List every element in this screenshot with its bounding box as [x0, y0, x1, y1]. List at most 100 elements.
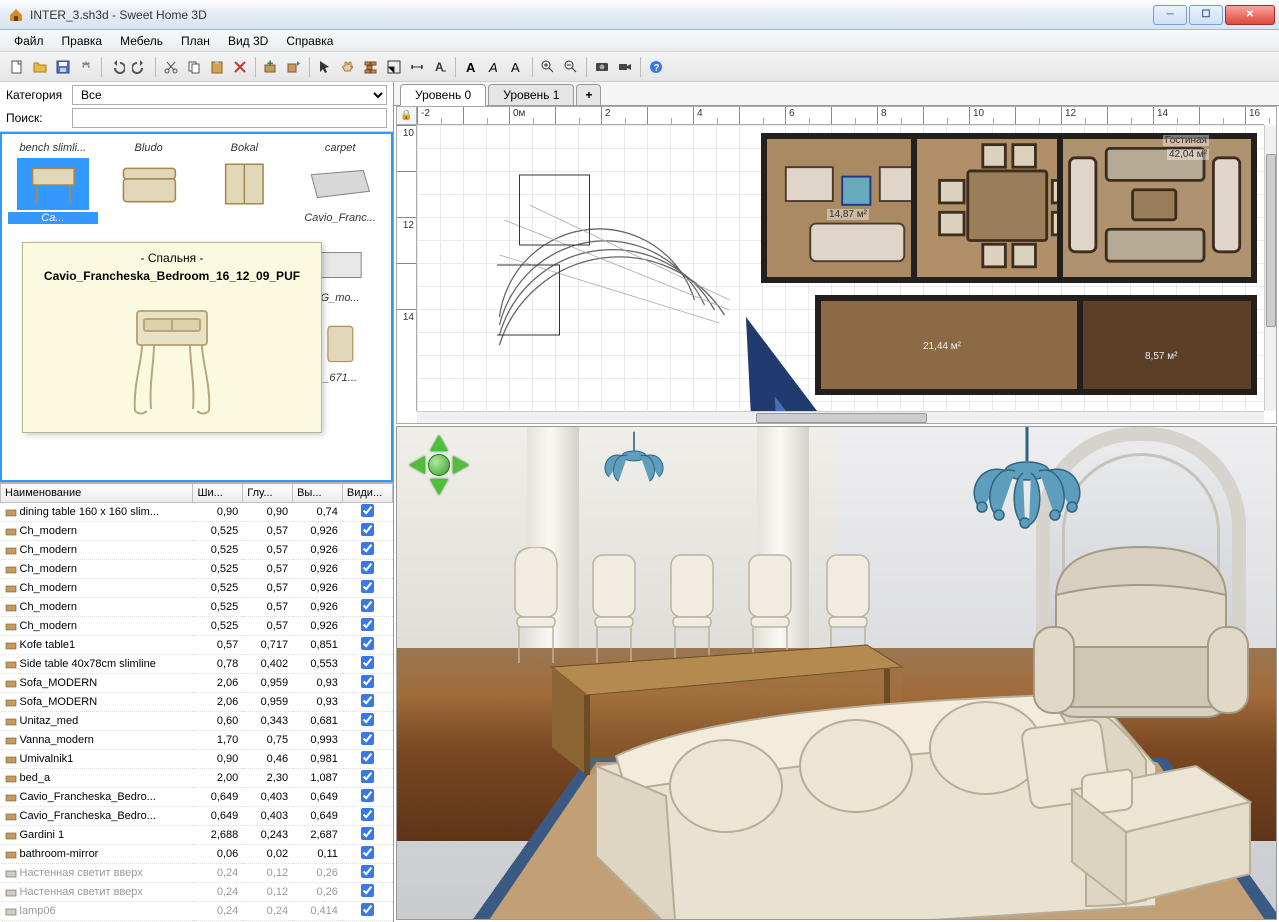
text-tool-icon[interactable]: A [429, 56, 451, 78]
col-name[interactable]: Наименование [1, 484, 193, 503]
table-row[interactable]: Настенная светит вверх 0,240,120,26 [1, 883, 393, 902]
catalog-item[interactable]: Bokal [198, 138, 292, 228]
category-select[interactable]: Все [72, 85, 387, 105]
delete-icon[interactable] [229, 56, 251, 78]
compass-center-button[interactable] [428, 454, 450, 476]
dimension-tool-icon[interactable] [406, 56, 428, 78]
compass-right-button[interactable] [451, 455, 471, 475]
zoomout-icon[interactable] [560, 56, 582, 78]
zoomin-icon[interactable] [537, 56, 559, 78]
table-row[interactable]: Ch_modern 0,5250,570,926 [1, 522, 393, 541]
table-row[interactable]: bed_a 2,002,301,087 [1, 769, 393, 788]
table-row[interactable]: Ch_modern 0,5250,570,926 [1, 617, 393, 636]
table-row[interactable]: Sofa_MODERN 2,060,9590,93 [1, 674, 393, 693]
visible-checkbox[interactable] [361, 789, 374, 802]
visible-checkbox[interactable] [361, 504, 374, 517]
table-row[interactable]: Ch_modern 0,5250,570,926 [1, 560, 393, 579]
table-row[interactable]: Cavio_Francheska_Bedro... 0,6490,4030,64… [1, 788, 393, 807]
undo-icon[interactable] [106, 56, 128, 78]
font-tool-icon[interactable]: A [506, 56, 528, 78]
plan-hscroll[interactable] [417, 411, 1264, 423]
menu-furniture[interactable]: Мебель [112, 32, 171, 50]
visible-checkbox[interactable] [361, 865, 374, 878]
compass-left-button[interactable] [407, 455, 427, 475]
help-icon[interactable]: ? [645, 56, 667, 78]
visible-checkbox[interactable] [361, 675, 374, 688]
wall-tool-icon[interactable] [360, 56, 382, 78]
visible-checkbox[interactable] [361, 808, 374, 821]
table-row[interactable]: bathroom-mirror 0,060,020,11 [1, 845, 393, 864]
tab-level-0[interactable]: Уровень 0 [400, 84, 486, 106]
plan-view[interactable]: 🔒 -20м246810121416 101214 [396, 106, 1277, 424]
maximize-button[interactable]: ☐ [1189, 5, 1223, 25]
prefs-icon[interactable] [75, 56, 97, 78]
catalog-item[interactable]: carpet Cavio_Franc... [293, 138, 387, 228]
table-row[interactable]: Cavio_Francheska_Bedro... 0,6490,4030,64… [1, 807, 393, 826]
table-row[interactable]: Настенная светит вверх 0,240,120,26 [1, 864, 393, 883]
compass-down-button[interactable] [429, 477, 449, 497]
new-icon[interactable] [6, 56, 28, 78]
room-tool-icon[interactable] [383, 56, 405, 78]
select-tool-icon[interactable] [314, 56, 336, 78]
menu-3dview[interactable]: Вид 3D [220, 32, 276, 50]
table-row[interactable]: Ch_modern 0,5250,570,926 [1, 598, 393, 617]
import-icon[interactable] [283, 56, 305, 78]
close-button[interactable]: ✕ [1225, 5, 1275, 25]
visible-checkbox[interactable] [361, 542, 374, 555]
table-row[interactable]: Umivalnik1 0,900,460,981 [1, 750, 393, 769]
visible-checkbox[interactable] [361, 732, 374, 745]
table-row[interactable]: Gardini 1 2,6880,2432,687 [1, 826, 393, 845]
cut-icon[interactable] [160, 56, 182, 78]
visible-checkbox[interactable] [361, 713, 374, 726]
compass-up-button[interactable] [429, 433, 449, 453]
table-row[interactable]: Unitaz_med 0,600,3430,681 [1, 712, 393, 731]
table-row[interactable]: Ch_modern 0,5250,570,926 [1, 541, 393, 560]
visible-checkbox[interactable] [361, 561, 374, 574]
lock-icon[interactable]: 🔒 [400, 110, 412, 121]
col-visible[interactable]: Види... [342, 484, 392, 503]
catalog-item[interactable]: bench slimli... Ca... [6, 138, 100, 228]
plan-canvas[interactable]: 14,87 м² Гостиная 42,04 м² 21,44 м² 8,57… [417, 125, 1264, 411]
visible-checkbox[interactable] [361, 637, 374, 650]
visible-checkbox[interactable] [361, 599, 374, 612]
table-row[interactable]: Side table 40x78cm slimline 0,780,4020,5… [1, 655, 393, 674]
view-3d[interactable] [396, 426, 1277, 920]
save-icon[interactable] [52, 56, 74, 78]
photo-icon[interactable] [591, 56, 613, 78]
add-furniture-icon[interactable] [260, 56, 282, 78]
menu-help[interactable]: Справка [278, 32, 341, 50]
col-height[interactable]: Вы... [293, 484, 343, 503]
video-icon[interactable] [614, 56, 636, 78]
menu-plan[interactable]: План [173, 32, 218, 50]
visible-checkbox[interactable] [361, 656, 374, 669]
col-depth[interactable]: Глу... [243, 484, 293, 503]
add-level-button[interactable]: + [576, 84, 601, 105]
pan-tool-icon[interactable] [337, 56, 359, 78]
minimize-button[interactable]: ─ [1153, 5, 1187, 25]
copy-icon[interactable] [183, 56, 205, 78]
catalog-item[interactable]: Bludo [102, 138, 196, 228]
menu-edit[interactable]: Правка [54, 32, 111, 50]
table-row[interactable]: dining table 160 x 160 slim... 0,900,900… [1, 503, 393, 522]
italic-icon[interactable]: A [483, 56, 505, 78]
visible-checkbox[interactable] [361, 827, 374, 840]
col-width[interactable]: Ши... [193, 484, 243, 503]
table-row[interactable]: Ch_modern 0,5250,570,926 [1, 579, 393, 598]
table-row[interactable]: Kofe table1 0,570,7170,851 [1, 636, 393, 655]
visible-checkbox[interactable] [361, 770, 374, 783]
table-row[interactable]: lamp06 0,240,240,414 [1, 902, 393, 921]
paste-icon[interactable] [206, 56, 228, 78]
visible-checkbox[interactable] [361, 523, 374, 536]
search-input[interactable] [72, 108, 387, 128]
visible-checkbox[interactable] [361, 751, 374, 764]
redo-icon[interactable] [129, 56, 151, 78]
table-row[interactable]: Vanna_modern 1,700,750,993 [1, 731, 393, 750]
plan-vscroll[interactable] [1264, 125, 1276, 411]
open-icon[interactable] [29, 56, 51, 78]
visible-checkbox[interactable] [361, 580, 374, 593]
visible-checkbox[interactable] [361, 903, 374, 916]
tab-level-1[interactable]: Уровень 1 [488, 84, 574, 105]
table-row[interactable]: Sofa_MODERN 2,060,9590,93 [1, 693, 393, 712]
visible-checkbox[interactable] [361, 694, 374, 707]
visible-checkbox[interactable] [361, 618, 374, 631]
